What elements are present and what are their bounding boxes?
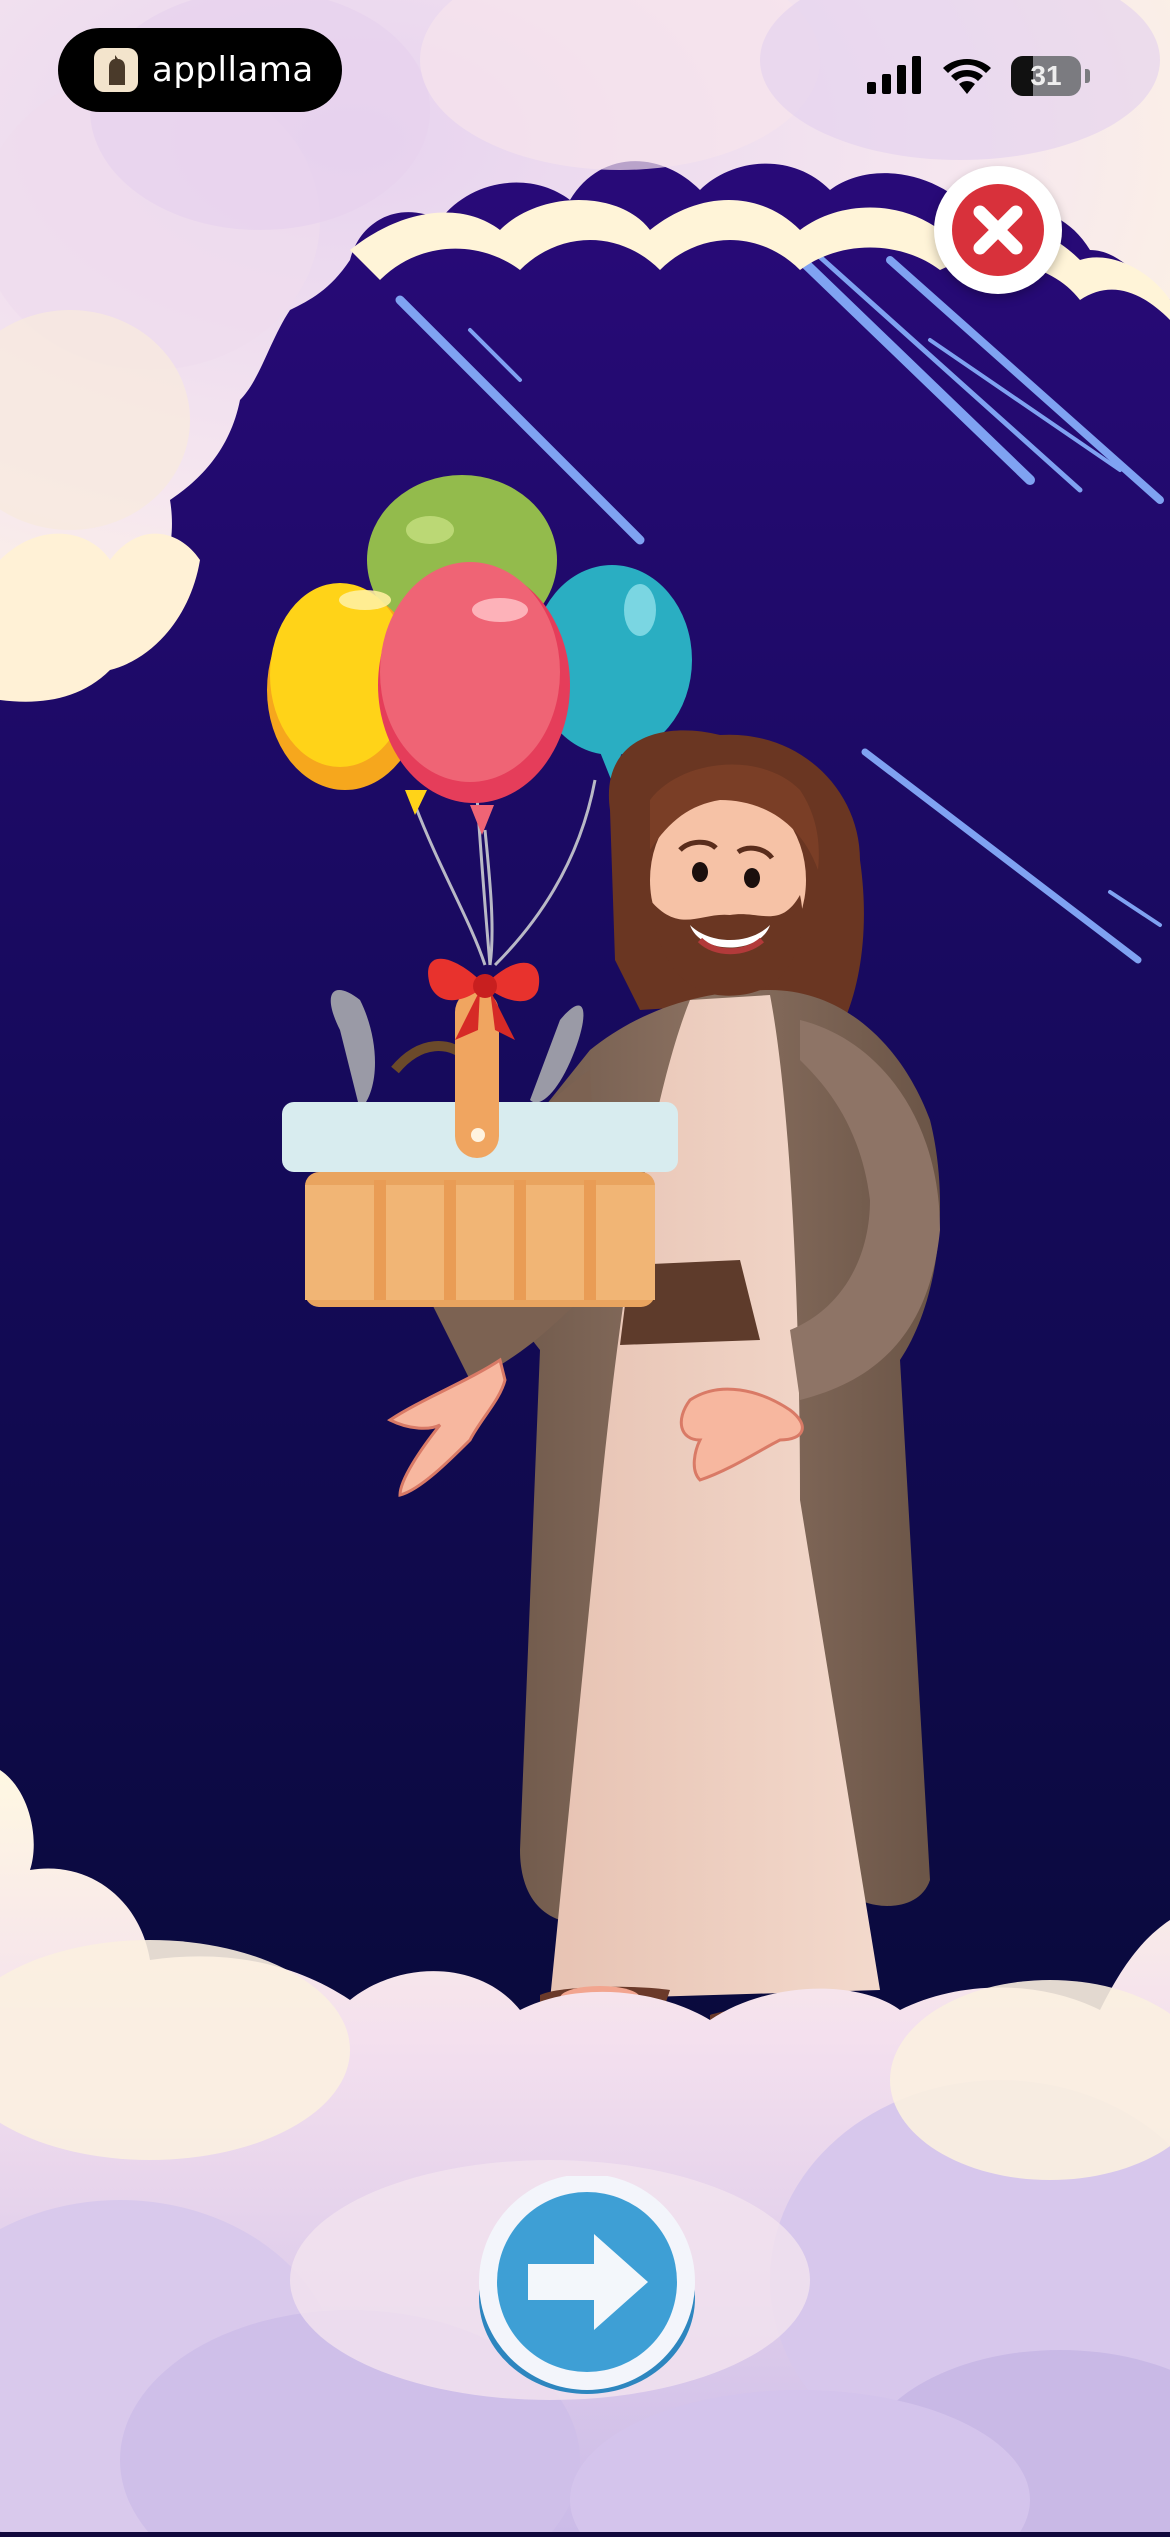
close-icon bbox=[952, 184, 1044, 276]
close-button[interactable] bbox=[934, 166, 1062, 294]
game-scene: appllama 31 bbox=[0, 0, 1170, 2537]
scene-illustration bbox=[0, 0, 1170, 2537]
battery-icon: 31 bbox=[1011, 56, 1081, 96]
signal-icon bbox=[867, 56, 921, 94]
next-button[interactable] bbox=[476, 2174, 698, 2396]
battery-tip bbox=[1085, 69, 1090, 83]
arrow-right-icon bbox=[479, 2174, 695, 2394]
status-indicators: 31 bbox=[867, 52, 1090, 100]
battery-level: 31 bbox=[1030, 60, 1062, 91]
app-indicator-pill: appllama bbox=[58, 28, 342, 112]
wifi-icon bbox=[943, 59, 991, 94]
llama-logo-icon bbox=[94, 48, 138, 92]
app-name-label: appllama bbox=[152, 50, 314, 90]
